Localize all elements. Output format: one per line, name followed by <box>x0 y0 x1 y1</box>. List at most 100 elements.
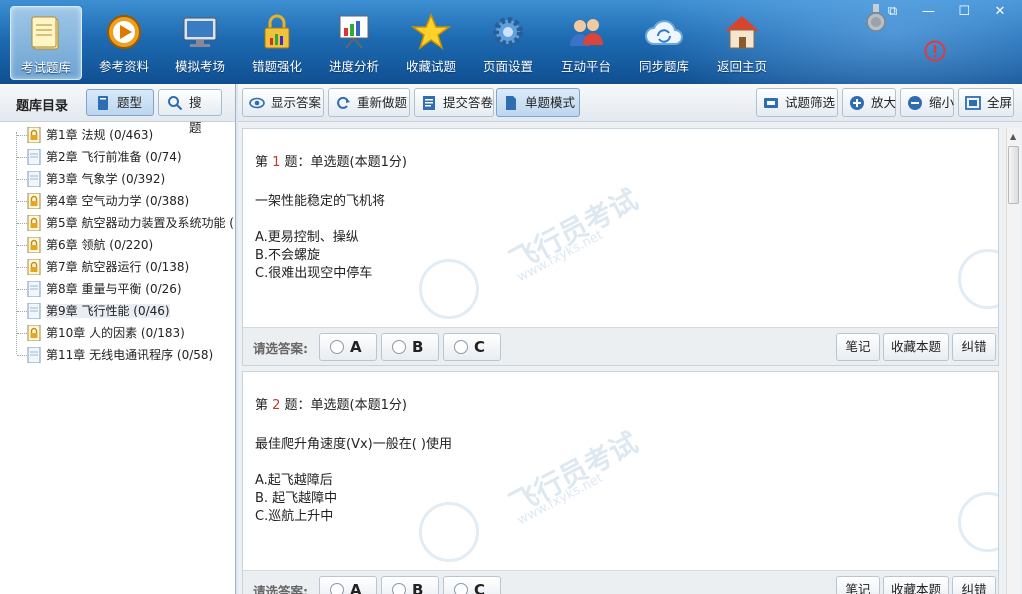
redo-button[interactable]: 重新做题 <box>328 88 410 117</box>
chapter-label: 第2章 飞行前准备 (0/74) <box>46 150 182 164</box>
play-disc-icon <box>104 12 144 52</box>
plus-icon <box>850 96 864 110</box>
chapter-item[interactable]: 第9章 飞行性能 (0/46) <box>12 300 236 322</box>
nav-play-disc[interactable]: 参考资料 <box>88 6 160 80</box>
scroll-up-icon[interactable]: ▲ <box>1010 132 1016 141</box>
nav-presentation-chart[interactable]: 进度分析 <box>318 6 390 80</box>
chapter-item[interactable]: 第3章 气象学 (0/392) <box>12 168 236 190</box>
zoom-in-label: 放大 <box>871 95 897 110</box>
document-icon <box>423 96 435 110</box>
choice-b-button[interactable]: B <box>381 333 439 361</box>
radio-icon <box>392 340 406 354</box>
radio-icon <box>330 340 344 354</box>
question-card: 飞行员考试 www.fxyks.net 第 2 题：单选题(本题1分) 最佳爬升… <box>242 371 999 594</box>
fullscreen-icon <box>965 96 981 110</box>
nav-label: 收藏试题 <box>405 59 456 74</box>
home-icon <box>722 12 762 52</box>
filter-button[interactable]: 试题筛选 <box>756 88 838 117</box>
answer-bar: 请选答案: A B C 笔记 收藏本题 纠错 <box>243 570 998 594</box>
fullscreen-label: 全屏 <box>987 95 1013 110</box>
nav-lock-chart[interactable]: 错题强化 <box>241 6 313 80</box>
chapter-label: 第9章 飞行性能 (0/46) <box>46 304 170 318</box>
choice-c-button[interactable]: C <box>443 333 501 361</box>
note-button[interactable]: 笔记 <box>836 333 880 361</box>
nav-label: 进度分析 <box>328 59 379 74</box>
favorite-button[interactable]: 收藏本题 <box>883 576 949 594</box>
chapter-item[interactable]: 第5章 航空器动力装置及系统功能 ( <box>12 212 236 234</box>
chapter-item[interactable]: 第1章 法规 (0/463) <box>12 124 236 146</box>
chapter-label: 第5章 航空器动力装置及系统功能 ( <box>46 216 234 230</box>
show-answer-button[interactable]: 显示答案 <box>242 88 324 117</box>
zoom-out-button[interactable]: 缩小 <box>900 88 954 117</box>
choice-b-button[interactable]: B <box>381 576 439 594</box>
scrollbar-thumb[interactable] <box>1008 146 1019 204</box>
page-icon <box>506 96 516 110</box>
radio-icon <box>392 583 406 594</box>
presentation-chart-icon <box>334 12 374 52</box>
question-stem: 最佳爬升角速度(Vx)一般在( )使用 <box>255 437 453 452</box>
search-question-button[interactable]: 搜题 <box>158 89 222 135</box>
chapter-item[interactable]: 第7章 航空器运行 (0/138) <box>12 256 236 278</box>
maximize-button[interactable]: ☐ <box>950 3 978 21</box>
nav-gear[interactable]: 页面设置 <box>472 6 544 80</box>
fullscreen-button[interactable]: 全屏 <box>958 88 1014 117</box>
watermark-logo <box>419 502 479 562</box>
zoom-in-button[interactable]: 放大 <box>842 88 896 117</box>
question-type-button[interactable]: 题型 <box>86 89 154 116</box>
nav-label: 错题强化 <box>251 59 302 74</box>
chapter-item[interactable]: 第11章 无线电通讯程序 (0/58) <box>12 344 236 366</box>
vertical-scrollbar[interactable]: ▲ <box>1006 128 1020 594</box>
chapter-item[interactable]: 第2章 飞行前准备 (0/74) <box>12 146 236 168</box>
nav-star[interactable]: 收藏试题 <box>395 6 467 80</box>
chapter-item[interactable]: 第6章 领航 (0/220) <box>12 234 236 256</box>
answer-option: C.巡航上升中 <box>255 509 334 524</box>
minimize-button[interactable]: — <box>914 3 942 21</box>
window-controls: ⧉ — ☐ ✕ <box>875 3 1014 21</box>
alert-icon[interactable] <box>924 40 946 62</box>
choice-a-button[interactable]: A <box>319 576 377 594</box>
report-error-button[interactable]: 纠错 <box>952 576 996 594</box>
chapter-item[interactable]: 第4章 空气动力学 (0/388) <box>12 190 236 212</box>
locked-chapter-icon <box>27 325 41 341</box>
nav-label: 互动平台 <box>560 59 611 74</box>
chapter-page-icon <box>27 303 41 319</box>
answer-prompt: 请选答案: <box>253 341 308 356</box>
close-button[interactable]: ✕ <box>986 3 1014 21</box>
nav-users[interactable]: 互动平台 <box>550 6 622 80</box>
question-prefix: 第 <box>255 398 273 413</box>
filter-label: 试题筛选 <box>785 95 836 110</box>
chapter-panel-title: 题库目录 <box>16 99 69 114</box>
chapter-item[interactable]: 第10章 人的因素 (0/183) <box>12 322 236 344</box>
nav-home[interactable]: 返回主页 <box>706 6 778 80</box>
favorite-button[interactable]: 收藏本题 <box>883 333 949 361</box>
question-title: 第 1 题：单选题(本题1分) <box>255 151 998 171</box>
chapter-page-icon <box>27 347 41 363</box>
show-answer-label: 显示答案 <box>271 95 322 110</box>
single-mode-button[interactable]: 单题模式 <box>496 88 580 117</box>
submit-button[interactable]: 提交答卷 <box>414 88 494 117</box>
chapter-label: 第6章 领航 (0/220) <box>46 238 154 252</box>
report-error-button[interactable]: 纠错 <box>952 333 996 361</box>
chapter-item[interactable]: 第8章 重量与平衡 (0/26) <box>12 278 236 300</box>
nav-monitor[interactable]: 模拟考场 <box>164 6 236 80</box>
radio-icon <box>330 583 344 594</box>
locked-chapter-icon <box>27 193 41 209</box>
question-body: 飞行员考试 www.fxyks.net 第 2 题：单选题(本题1分) 最佳爬升… <box>243 372 998 570</box>
question-type-label: 题型 <box>117 95 143 110</box>
nav-notebook[interactable]: 考试题库 <box>10 6 82 80</box>
choice-a-button[interactable]: A <box>319 333 377 361</box>
restore-button[interactable]: ⧉ <box>879 3 907 21</box>
note-button[interactable]: 笔记 <box>836 576 880 594</box>
zoom-out-label: 缩小 <box>929 95 955 110</box>
question-list[interactable]: 飞行员考试 www.fxyks.net 第 1 题：单选题(本题1分) 一架性能… <box>238 122 1022 594</box>
chapter-label: 第11章 无线电通讯程序 (0/58) <box>46 348 214 362</box>
lock-chart-icon <box>257 12 297 52</box>
minus-icon <box>908 96 922 110</box>
choice-c-button[interactable]: C <box>443 576 501 594</box>
locked-chapter-icon <box>27 127 41 143</box>
chapter-label: 第8章 重量与平衡 (0/26) <box>46 282 182 296</box>
locked-chapter-icon <box>27 215 41 231</box>
gear-icon <box>488 12 528 52</box>
nav-cloud-sync[interactable]: 同步题库 <box>628 6 700 80</box>
nav-label: 模拟考场 <box>174 59 225 74</box>
